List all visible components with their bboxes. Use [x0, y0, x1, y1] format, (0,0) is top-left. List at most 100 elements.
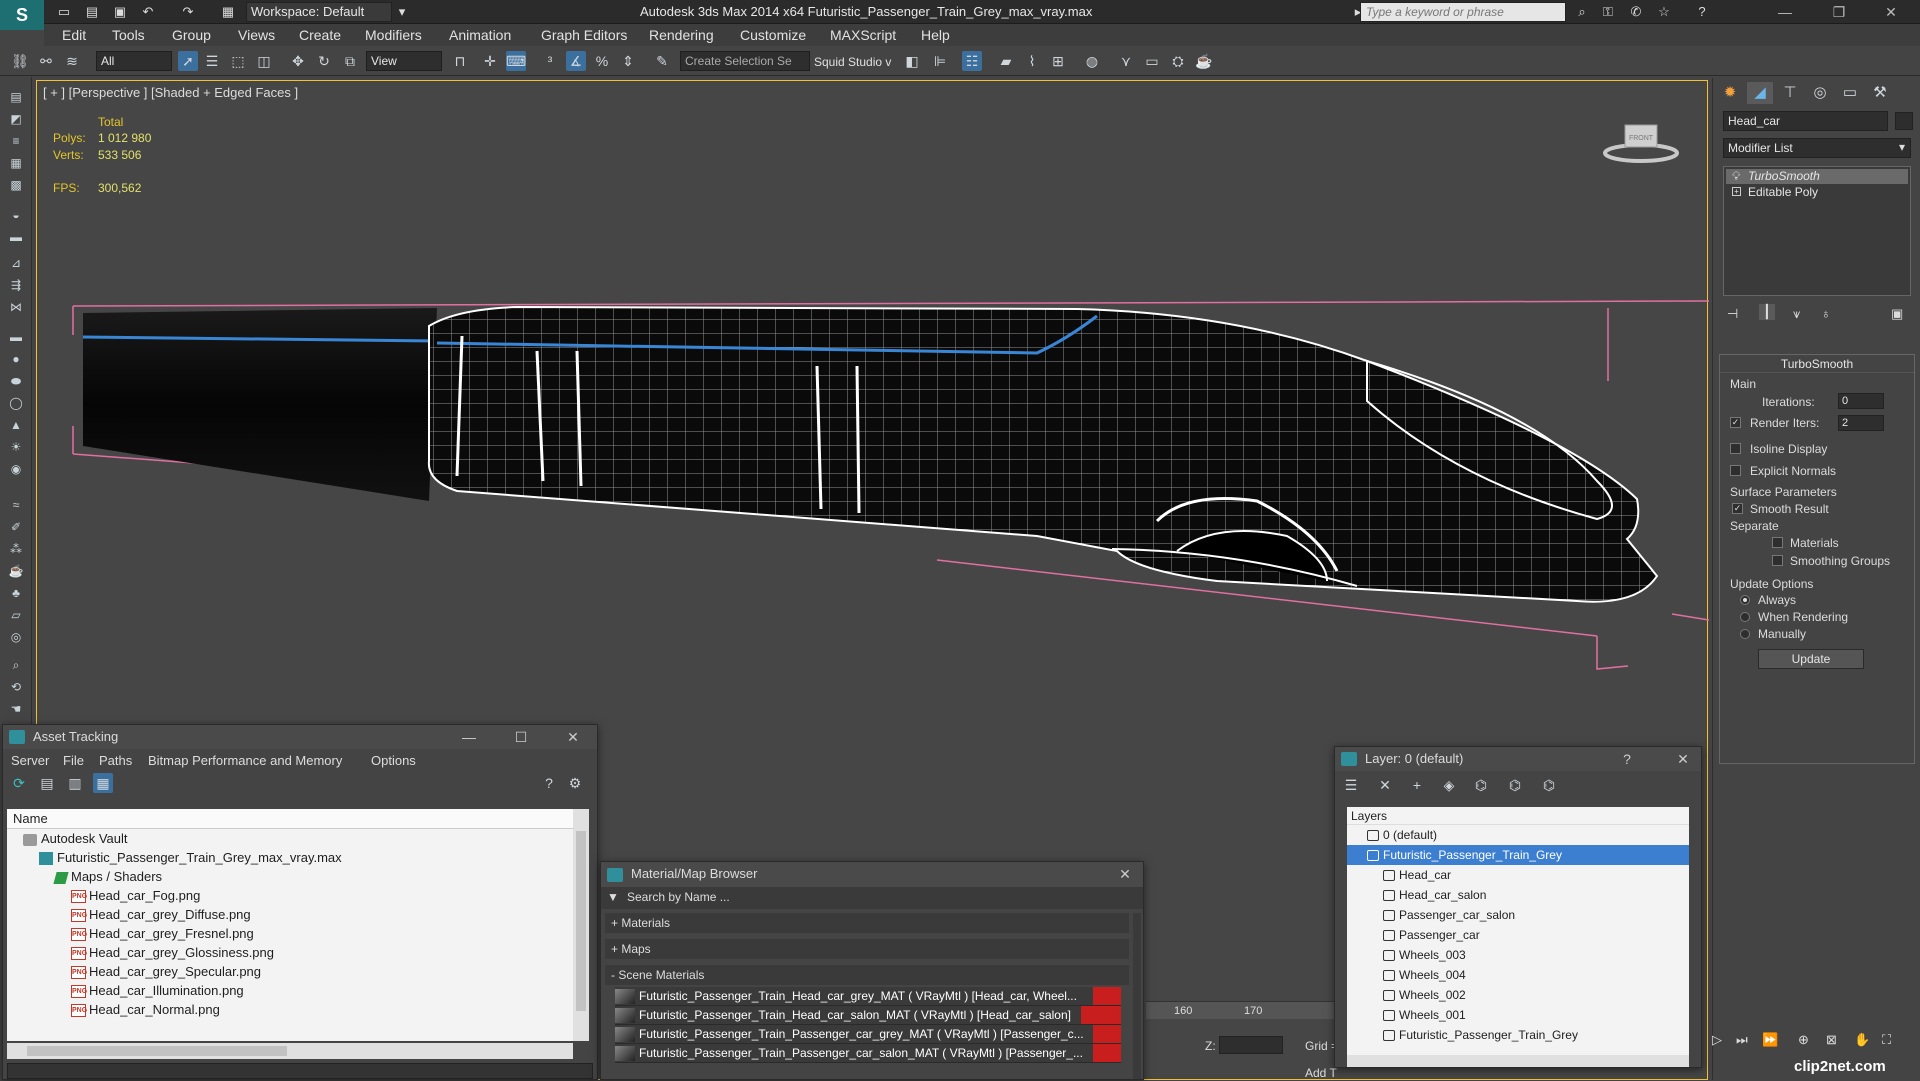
- asset-row[interactable]: Maps / Shaders: [7, 867, 573, 886]
- schematic-view-icon[interactable]: ⊞: [1048, 51, 1068, 71]
- menu-customize[interactable]: Customize: [740, 27, 806, 43]
- layer-object-row[interactable]: Passenger_car_salon: [1347, 905, 1689, 925]
- selection-filter-dropdown[interactable]: All: [96, 51, 172, 71]
- select-by-name-icon[interactable]: ☰: [202, 51, 222, 71]
- layer-object-row[interactable]: Passenger_car: [1347, 925, 1689, 945]
- thumbnail-view-icon[interactable]: ▥: [65, 773, 85, 793]
- scene-material-row[interactable]: Futuristic_Passenger_Train_Head_car_grey…: [615, 987, 1121, 1006]
- chevron-down-icon[interactable]: ▾: [394, 4, 410, 20]
- binoculars-icon[interactable]: ⌕: [1574, 4, 1590, 20]
- modifiers-icon[interactable]: ⇶: [8, 277, 24, 293]
- modifier-stack[interactable]: 💡︎ TurboSmooth + Editable Poly: [1723, 166, 1911, 296]
- asset-row[interactable]: PNG Head_car_Normal.png: [7, 1000, 573, 1019]
- workspace-dropdown[interactable]: Workspace: Default: [246, 2, 392, 22]
- menu-views[interactable]: Views: [238, 27, 275, 43]
- object-name-field[interactable]: Head_car: [1723, 111, 1888, 131]
- customize-icon[interactable]: ▩: [8, 177, 24, 193]
- menu-animation[interactable]: Animation: [449, 27, 511, 43]
- rendered-frame-icon[interactable]: ▭: [1142, 51, 1162, 71]
- create-layer-icon[interactable]: ☰: [1341, 775, 1361, 795]
- asset-row[interactable]: PNG Head_car_grey_Specular.png: [7, 962, 573, 981]
- field-of-view-icon[interactable]: ⊠: [1826, 1032, 1837, 1048]
- menu-server[interactable]: Server: [11, 753, 49, 768]
- layer-tree[interactable]: Layers 0 (default) Futuristic_Passenger_T…: [1347, 807, 1689, 1055]
- menu-edit[interactable]: Edit: [62, 27, 86, 43]
- geosphere-icon[interactable]: ◉: [8, 461, 24, 477]
- align-icon[interactable]: ⊫: [930, 51, 950, 71]
- menu-group[interactable]: Group: [172, 27, 211, 43]
- plane-icon[interactable]: ▱: [8, 607, 24, 623]
- systems-icon[interactable]: ⋈: [8, 299, 24, 315]
- app-logo[interactable]: S: [0, 0, 44, 30]
- select-object-icon[interactable]: ➚: [178, 51, 198, 71]
- display-tab-icon[interactable]: ▭: [1837, 82, 1863, 104]
- menu-tools[interactable]: Tools: [112, 27, 145, 43]
- motion-tab-icon[interactable]: ◎: [1807, 82, 1833, 104]
- hierarchy-tab-icon[interactable]: ⊤: [1777, 82, 1803, 104]
- layer-object-row[interactable]: Head_car_salon: [1347, 885, 1689, 905]
- reference-coordinate-dropdown[interactable]: View: [366, 51, 442, 71]
- asset-row[interactable]: Futuristic_Passenger_Train_Grey_max_vray…: [7, 848, 573, 867]
- expand-plus-icon[interactable]: +: [1732, 187, 1741, 196]
- link-icon[interactable]: ⛓: [10, 51, 30, 71]
- select-in-layer-icon[interactable]: ◈: [1439, 775, 1459, 795]
- scene-material-row[interactable]: Futuristic_Passenger_Train_Passenger_car…: [615, 1025, 1121, 1044]
- highlight-layer-icon[interactable]: ⌬: [1471, 775, 1491, 795]
- snap-toggle-icon[interactable]: ³: [540, 51, 560, 71]
- asset-path-field[interactable]: [7, 1063, 593, 1079]
- group-materials[interactable]: + Materials: [605, 913, 1129, 933]
- iterations-spinner[interactable]: 0: [1838, 393, 1884, 409]
- rollout-title[interactable]: TurboSmooth: [1720, 355, 1914, 373]
- modify-tab-icon[interactable]: ◢: [1747, 82, 1773, 104]
- sphere-icon[interactable]: ●: [8, 351, 24, 367]
- make-unique-icon[interactable]: ⩛: [1793, 306, 1800, 322]
- render-production-icon[interactable]: ⛭: [1168, 51, 1188, 71]
- layer-manager-icon[interactable]: ☷: [962, 51, 982, 71]
- named-selection-sets-dropdown[interactable]: Create Selection Se: [680, 51, 810, 71]
- asset-row[interactable]: PNG Head_car_grey_Glossiness.png: [7, 943, 573, 962]
- isoline-display-checkbox[interactable]: [1730, 443, 1741, 454]
- layer-object-row[interactable]: Head_car: [1347, 865, 1689, 885]
- asset-row[interactable]: PNG Head_car_Illumination.png: [7, 981, 573, 1000]
- pin-stack-icon[interactable]: ⊣: [1727, 306, 1738, 322]
- freeze-all-layers-icon[interactable]: ⌬: [1539, 775, 1559, 795]
- maximize-icon[interactable]: ☐: [507, 725, 535, 749]
- cylinder-icon[interactable]: ⬬: [8, 373, 24, 389]
- rotate-icon[interactable]: ↻: [314, 51, 334, 71]
- search-input[interactable]: Type a keyword or phrase: [1360, 2, 1566, 22]
- spline-icon[interactable]: ≈: [8, 497, 24, 513]
- asset-list-vscrollbar[interactable]: [573, 809, 589, 1041]
- asset-row[interactable]: PNG Head_car_grey_Fresnel.png: [7, 924, 573, 943]
- timeline-ruler[interactable]: 160 170: [1146, 1001, 1366, 1019]
- separate-smoothing-groups-checkbox[interactable]: [1772, 555, 1783, 566]
- menu-bitmap-performance[interactable]: Bitmap Performance and Memory: [148, 753, 342, 768]
- render-setup-icon[interactable]: ⋎: [1116, 51, 1136, 71]
- menu-file[interactable]: File: [63, 753, 84, 768]
- select-icon[interactable]: ◩: [8, 111, 24, 127]
- explicit-normals-checkbox[interactable]: [1730, 465, 1741, 476]
- update-when-rendering-radio[interactable]: [1740, 612, 1750, 622]
- table-view-icon[interactable]: ▦: [93, 773, 113, 793]
- group-maps[interactable]: + Maps: [605, 939, 1129, 959]
- menu-modifiers[interactable]: Modifiers: [365, 27, 422, 43]
- smooth-result-checkbox[interactable]: ✓: [1732, 503, 1743, 514]
- restore-icon[interactable]: ❐: [1824, 2, 1854, 22]
- layer-object-row[interactable]: Futuristic_Passenger_Train_Grey: [1347, 1025, 1689, 1045]
- update-always-radio[interactable]: [1740, 595, 1750, 605]
- mirror-icon[interactable]: ◧: [902, 51, 922, 71]
- maximize-viewport-icon[interactable]: ⛶: [1882, 1032, 1891, 1048]
- material-editor-icon[interactable]: ◍: [1082, 51, 1102, 71]
- menu-rendering[interactable]: Rendering: [649, 27, 714, 43]
- render-iters-spinner[interactable]: 2: [1838, 415, 1884, 431]
- edit-named-selection-icon[interactable]: ✎: [652, 51, 672, 71]
- layer-tree-hscrollbar[interactable]: [1347, 1055, 1689, 1067]
- communication-icon[interactable]: ✆: [1628, 4, 1644, 20]
- z-coordinate-field[interactable]: [1219, 1036, 1283, 1054]
- angle-snap-icon[interactable]: ∡: [566, 51, 586, 71]
- utilities-tab-icon[interactable]: ⚒: [1867, 82, 1893, 104]
- layer-object-row[interactable]: Wheels_002: [1347, 985, 1689, 1005]
- minimize-icon[interactable]: —: [455, 725, 483, 749]
- project-folder-icon[interactable]: ▦: [220, 4, 236, 20]
- update-manually-radio[interactable]: [1740, 629, 1750, 639]
- window-crossing-icon[interactable]: ◫: [254, 51, 274, 71]
